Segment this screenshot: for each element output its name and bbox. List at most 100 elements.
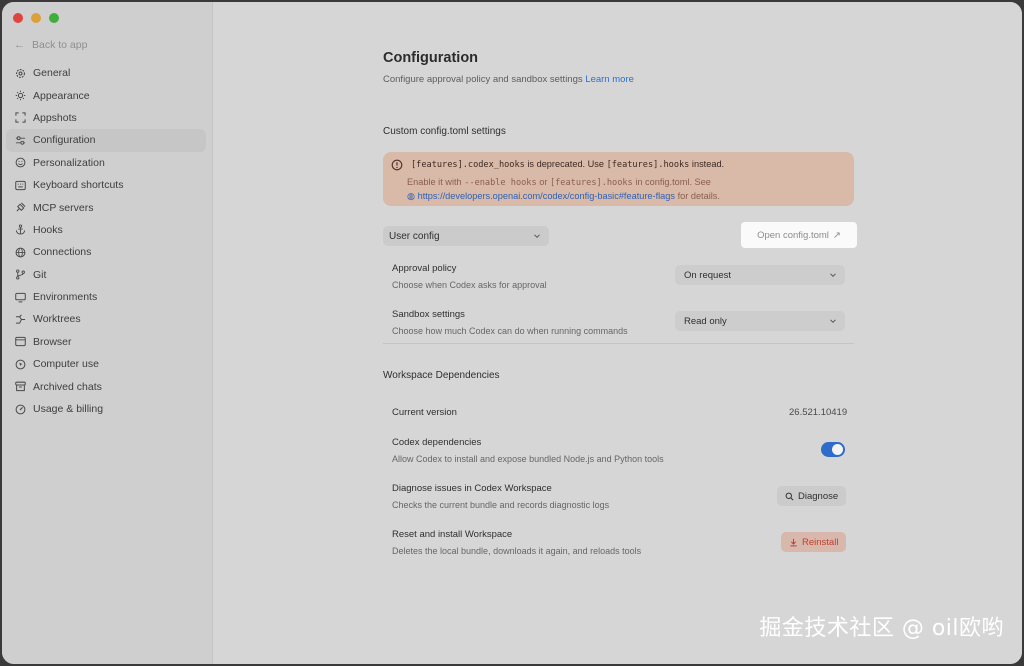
- warning-code-old-key: [features].codex_hooks: [411, 160, 525, 170]
- sidebar-item-mcp-servers[interactable]: MCP servers: [6, 196, 206, 218]
- globe-icon: [14, 246, 26, 258]
- config-scope-select[interactable]: User config: [383, 226, 549, 246]
- gear-icon: [14, 67, 26, 79]
- warning-code-flag: --enable hooks: [464, 178, 537, 188]
- watermark: 掘金技术社区 @ oil欧哟: [759, 616, 1004, 641]
- sidebar-item-browser[interactable]: Browser: [6, 331, 206, 353]
- zoom-window-button[interactable]: [49, 13, 59, 23]
- docs-link[interactable]: https://developers.openai.com/codex/conf…: [418, 191, 675, 201]
- sidebar-item-label: Git: [33, 268, 47, 281]
- sidebar-item-label: Usage & billing: [33, 403, 104, 416]
- toggle-knob: [832, 444, 843, 455]
- warning-code-new-key: [features].hooks: [606, 160, 690, 170]
- diagnose-button[interactable]: Diagnose: [777, 486, 847, 506]
- sidebar-item-label: General: [33, 67, 71, 80]
- browser-icon: [14, 336, 26, 348]
- reinstall-button[interactable]: Reinstall: [781, 532, 847, 552]
- sidebar-item-usage-billing[interactable]: Usage & billing: [6, 398, 206, 420]
- page-title: Configuration: [383, 50, 479, 66]
- tree-icon: [14, 313, 26, 325]
- warning-code-hooks: [features].hooks: [549, 178, 633, 188]
- warning-enable-text: Enable it with: [407, 177, 462, 187]
- search-icon: [785, 492, 794, 500]
- current-version-value: 26.521.10419: [789, 407, 848, 418]
- sidebar-item-configuration[interactable]: Configuration: [6, 129, 206, 152]
- divider: [383, 343, 854, 344]
- sun-icon: [14, 90, 26, 102]
- codex-dependencies-title: Codex dependencies: [392, 437, 482, 448]
- sliders-icon: [14, 134, 26, 146]
- sidebar-item-hooks[interactable]: Hooks: [6, 219, 206, 241]
- settings-nav: General Appearance Appshots Configuratio…: [6, 62, 206, 420]
- back-to-app-link[interactable]: ← Back to app: [14, 39, 87, 51]
- custom-config-heading: Custom config.toml settings: [383, 126, 506, 137]
- sidebar-item-connections[interactable]: Connections: [6, 241, 206, 263]
- sidebar-item-label: Appshots: [33, 111, 77, 124]
- minimize-window-button[interactable]: [31, 13, 41, 23]
- sidebar-item-label: Worktrees: [33, 313, 81, 326]
- warning-see-text: in config.toml. See: [635, 177, 711, 187]
- warning-text-1: is deprecated. Use: [527, 159, 604, 169]
- sidebar-item-appshots[interactable]: Appshots: [6, 107, 206, 129]
- traffic-lights: [13, 13, 59, 23]
- anchor-icon: [14, 224, 26, 236]
- sidebar-item-git[interactable]: Git: [6, 264, 206, 286]
- current-version-title: Current version: [392, 407, 457, 418]
- close-window-button[interactable]: [13, 13, 23, 23]
- current-version-row: Current version: [392, 407, 854, 418]
- plug-icon: [14, 202, 26, 214]
- sidebar-item-worktrees[interactable]: Worktrees: [6, 308, 206, 330]
- sidebar-item-label: MCP servers: [33, 201, 94, 214]
- sidebar-item-general[interactable]: General: [6, 62, 206, 84]
- sidebar-item-label: Environments: [33, 291, 98, 304]
- learn-more-link[interactable]: Learn more: [585, 74, 634, 85]
- codex-dependencies-row: Codex dependencies Allow Codex to instal…: [392, 437, 854, 464]
- diagnose-label: Diagnose: [798, 490, 839, 502]
- globe-icon: ◍: [407, 191, 416, 201]
- sidebar-item-label: Browser: [33, 335, 72, 348]
- sidebar-item-archived-chats[interactable]: Archived chats: [6, 375, 206, 397]
- branch-icon: [14, 269, 26, 281]
- sidebar-item-appearance[interactable]: Appearance: [6, 84, 206, 106]
- alert-circle-icon: [391, 159, 403, 171]
- deprecation-warning: [features].codex_hooks is deprecated. Us…: [383, 152, 854, 206]
- codex-dependencies-desc: Allow Codex to install and expose bundle…: [392, 454, 664, 464]
- back-label: Back to app: [32, 39, 88, 51]
- warning-line-2: Enable it with --enable hooks or [featur…: [407, 176, 844, 190]
- warning-details-text: for details.: [677, 191, 720, 201]
- open-config-label: Open config.toml: [757, 229, 829, 241]
- sidebar-item-personalization[interactable]: Personalization: [6, 152, 206, 174]
- chevron-down-icon: [534, 234, 540, 239]
- gauge-icon: [14, 403, 26, 415]
- sidebar-item-label: Archived chats: [33, 380, 102, 393]
- main-panel: Configuration Configure approval policy …: [213, 2, 1022, 664]
- chevron-down-icon: [830, 319, 836, 324]
- sidebar-item-label: Appearance: [33, 89, 90, 102]
- download-icon: [790, 538, 797, 546]
- cursor-icon: [14, 358, 26, 370]
- codex-dependencies-toggle[interactable]: [821, 442, 845, 457]
- sidebar-item-label: Configuration: [33, 134, 96, 147]
- warning-or-text: or: [539, 177, 548, 187]
- external-link-icon: ↗: [832, 229, 841, 241]
- warning-text-2: instead.: [691, 159, 725, 169]
- chevron-down-icon: [830, 273, 836, 278]
- open-config-button[interactable]: Open config.toml ↗: [741, 222, 857, 248]
- approval-policy-value: On request: [684, 269, 731, 281]
- sidebar-item-environments[interactable]: Environments: [6, 286, 206, 308]
- sidebar-item-label: Hooks: [33, 223, 63, 236]
- approval-policy-select[interactable]: On request: [675, 265, 845, 285]
- arrow-left-icon: ←: [14, 39, 25, 51]
- page-subtitle: Configure approval policy and sandbox se…: [383, 74, 634, 85]
- sidebar-item-keyboard-shortcuts[interactable]: Keyboard shortcuts: [6, 174, 206, 196]
- sandbox-settings-select[interactable]: Read only: [675, 311, 845, 331]
- sidebar-item-computer-use[interactable]: Computer use: [6, 353, 206, 375]
- capture-icon: [14, 112, 26, 124]
- warning-line-3: ◍ https://developers.openai.com/codex/co…: [407, 190, 844, 203]
- sidebar-item-label: Connections: [33, 246, 92, 259]
- monitor-icon: [14, 291, 26, 303]
- sidebar-item-label: Personalization: [33, 156, 105, 169]
- smile-icon: [14, 157, 26, 169]
- sandbox-settings-value: Read only: [684, 315, 727, 327]
- sidebar: ← Back to app General Appearance Appshot…: [2, 2, 213, 664]
